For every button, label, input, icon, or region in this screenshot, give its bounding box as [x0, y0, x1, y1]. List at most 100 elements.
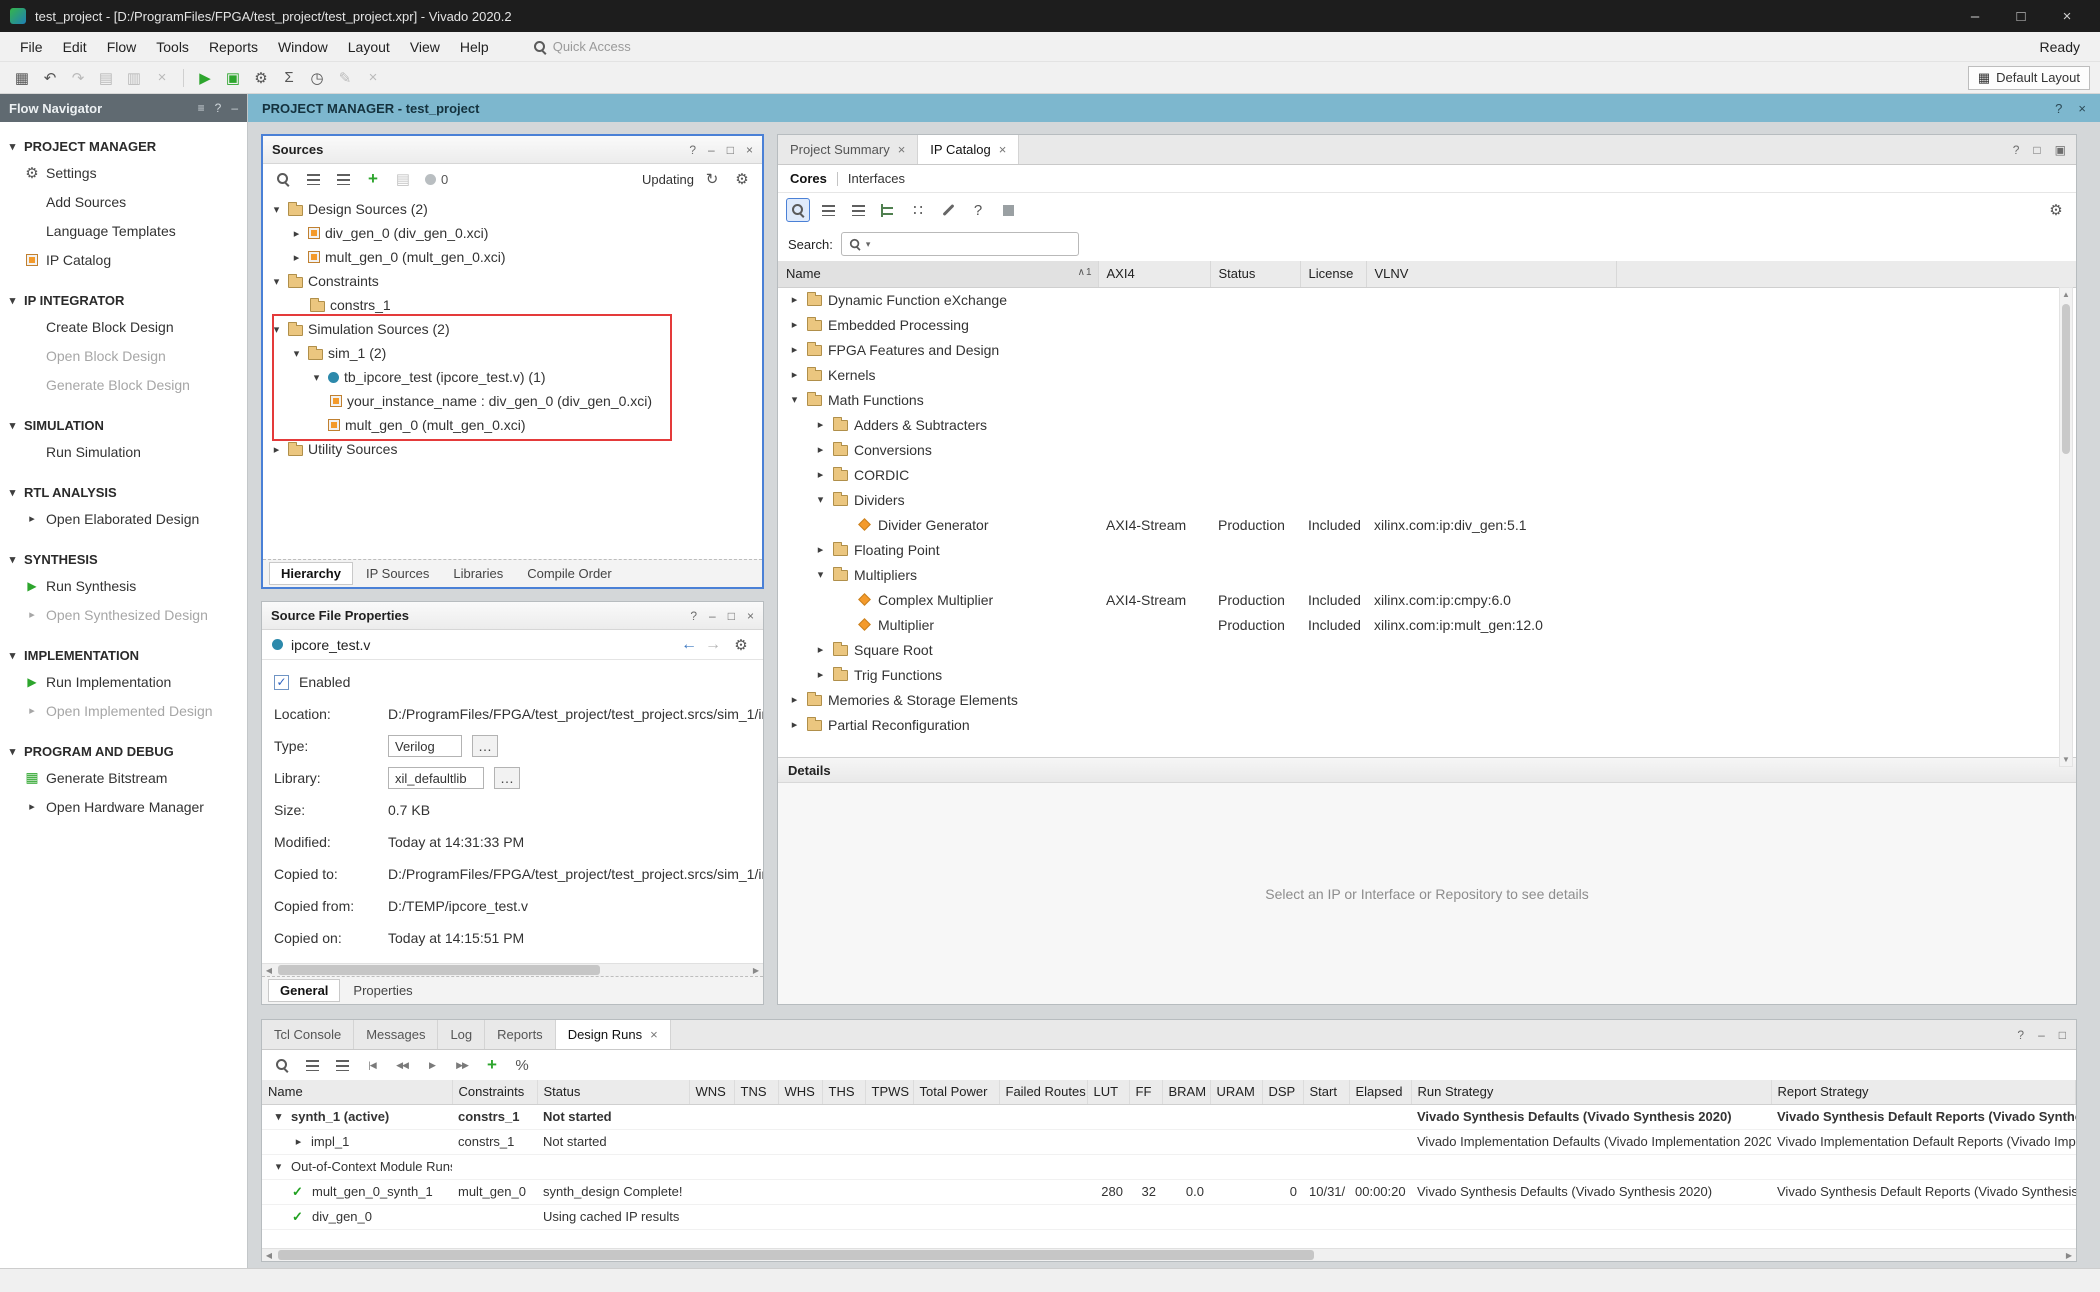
- settings-gear-icon[interactable]: ⚙: [730, 167, 754, 191]
- column-dsp[interactable]: DSP: [1262, 1080, 1303, 1104]
- help-icon[interactable]: ?: [966, 198, 990, 222]
- help-icon[interactable]: ?: [690, 609, 697, 623]
- tree-row-design-sources[interactable]: Design Sources (2): [263, 197, 762, 221]
- sources-panel-header[interactable]: Sources ? – □ ×: [263, 136, 762, 164]
- flownav-item-settings[interactable]: ⚙Settings: [0, 158, 247, 187]
- flownav-item-language-templates[interactable]: Language Templates: [0, 216, 247, 245]
- type-combo[interactable]: Verilog: [388, 735, 462, 757]
- column-lut[interactable]: LUT: [1087, 1080, 1129, 1104]
- column-start[interactable]: Start: [1303, 1080, 1349, 1104]
- chevron-right-icon[interactable]: [788, 693, 801, 706]
- chevron-down-icon[interactable]: [814, 493, 827, 506]
- chevron-down-icon[interactable]: [272, 1160, 285, 1173]
- tab-messages[interactable]: Messages: [354, 1020, 438, 1049]
- flownav-item-run-synthesis[interactable]: ▶Run Synthesis: [0, 571, 247, 600]
- chevron-right-icon[interactable]: [814, 668, 827, 681]
- catalog-category-row[interactable]: Math Functions: [778, 387, 2076, 412]
- tab-hierarchy[interactable]: Hierarchy: [269, 562, 353, 585]
- close-icon[interactable]: ×: [2078, 101, 2086, 116]
- column-axi4[interactable]: AXI4: [1098, 261, 1210, 287]
- column-license[interactable]: License: [1300, 261, 1366, 287]
- flownav-section-ip-integrator[interactable]: IP INTEGRATOR: [0, 288, 247, 312]
- run-icon[interactable]: ▶: [193, 66, 217, 90]
- catalog-category-row[interactable]: Embedded Processing: [778, 312, 2076, 337]
- catalog-ip-row[interactable]: Divider GeneratorAXI4-StreamProductionIn…: [778, 512, 2076, 537]
- tab-compile-order[interactable]: Compile Order: [516, 563, 623, 584]
- chevron-right-icon[interactable]: [788, 343, 801, 356]
- chevron-right-icon[interactable]: [788, 293, 801, 306]
- library-input[interactable]: xil_defaultlib: [388, 767, 484, 789]
- help-icon[interactable]: ?: [2017, 1028, 2024, 1042]
- library-browse-button[interactable]: …: [494, 767, 520, 789]
- settings-gear-icon[interactable]: ⚙: [729, 633, 753, 657]
- tree-row-sim-mult-gen-0[interactable]: mult_gen_0 (mult_gen_0.xci): [263, 413, 762, 437]
- design-run-row-synth-1[interactable]: synth_1 (active) constrs_1Not started Vi…: [262, 1104, 2076, 1129]
- scrollbar-thumb[interactable]: [2062, 304, 2070, 454]
- column-status[interactable]: Status: [537, 1080, 689, 1104]
- column-uram[interactable]: URAM: [1210, 1080, 1262, 1104]
- chevron-right-icon[interactable]: [788, 318, 801, 331]
- chevron-down-icon[interactable]: [788, 393, 801, 406]
- menu-flow[interactable]: Flow: [97, 35, 147, 59]
- search-icon[interactable]: [271, 167, 295, 191]
- flownav-section-simulation[interactable]: SIMULATION: [0, 413, 247, 437]
- menu-file[interactable]: File: [10, 35, 53, 59]
- catalog-category-row[interactable]: FPGA Features and Design: [778, 337, 2076, 362]
- expand-all-icon[interactable]: [331, 167, 355, 191]
- expand-all-icon[interactable]: [330, 1053, 354, 1077]
- tab-design-runs[interactable]: Design Runs×: [556, 1020, 671, 1049]
- catalog-category-row[interactable]: Partial Reconfiguration: [778, 712, 2076, 737]
- minimize-icon[interactable]: –: [708, 143, 715, 157]
- scrollbar-thumb[interactable]: [278, 1250, 1314, 1260]
- type-browse-button[interactable]: …: [472, 735, 498, 757]
- catalog-category-row[interactable]: Conversions: [778, 437, 2076, 462]
- minimize-button[interactable]: –: [1952, 8, 1998, 25]
- tab-ip-sources[interactable]: IP Sources: [355, 563, 440, 584]
- design-run-row-div-gen-0[interactable]: ✓div_gen_0 Using cached IP results: [262, 1204, 2076, 1229]
- catalog-ip-row[interactable]: Complex MultiplierAXI4-StreamProductionI…: [778, 587, 2076, 612]
- collapse-all-icon[interactable]: [300, 1053, 324, 1077]
- design-run-row-impl-1[interactable]: impl_1 constrs_1Not started Vivado Imple…: [262, 1129, 2076, 1154]
- float-icon[interactable]: □: [2059, 1028, 2066, 1042]
- expand-all-icon[interactable]: [846, 198, 870, 222]
- chevron-down-icon[interactable]: [272, 1110, 285, 1123]
- catalog-category-row[interactable]: Adders & Subtracters: [778, 412, 2076, 437]
- scroll-right-icon[interactable]: ▶: [2062, 1251, 2076, 1260]
- menu-help[interactable]: Help: [450, 35, 499, 59]
- catalog-category-row[interactable]: Dividers: [778, 487, 2076, 512]
- percent-icon[interactable]: %: [510, 1053, 534, 1077]
- tree-row-constrs-1[interactable]: constrs_1: [263, 293, 762, 317]
- column-tns[interactable]: TNS: [734, 1080, 778, 1104]
- help-icon[interactable]: ?: [2055, 101, 2062, 116]
- hierarchy-toggle-icon[interactable]: [876, 198, 900, 222]
- column-ths[interactable]: THS: [822, 1080, 865, 1104]
- close-icon[interactable]: ×: [747, 609, 754, 623]
- search-icon[interactable]: [786, 198, 810, 222]
- program-device-icon[interactable]: ▣: [221, 66, 245, 90]
- settings-gear-icon[interactable]: ⚙: [249, 66, 273, 90]
- menu-layout[interactable]: Layout: [338, 35, 400, 59]
- catalog-category-row[interactable]: Multipliers: [778, 562, 2076, 587]
- add-sources-icon[interactable]: +: [361, 167, 385, 191]
- chevron-right-icon[interactable]: [290, 227, 303, 240]
- quick-access-search[interactable]: [525, 37, 681, 56]
- design-run-row-mult-gen-0-synth-1[interactable]: ✓mult_gen_0_synth_1 mult_gen_0synth_desi…: [262, 1179, 2076, 1204]
- refresh-icon[interactable]: ↻: [700, 167, 724, 191]
- maximize-icon[interactable]: ▣: [2055, 143, 2066, 157]
- minimize-icon[interactable]: –: [231, 101, 238, 115]
- collapse-all-icon[interactable]: [816, 198, 840, 222]
- float-icon[interactable]: □: [727, 143, 734, 157]
- chevron-down-icon[interactable]: [270, 275, 283, 288]
- column-total-power[interactable]: Total Power: [913, 1080, 999, 1104]
- scrollbar-thumb[interactable]: [278, 965, 600, 975]
- tab-project-summary[interactable]: Project Summary×: [778, 135, 918, 164]
- minimize-icon[interactable]: –: [2038, 1028, 2045, 1042]
- quick-access-input[interactable]: [553, 39, 673, 54]
- catalog-category-row[interactable]: Dynamic Function eXchange: [778, 287, 2076, 312]
- chevron-right-icon[interactable]: [270, 443, 283, 456]
- search-icon[interactable]: [270, 1053, 294, 1077]
- close-icon[interactable]: ×: [999, 142, 1007, 157]
- help-icon[interactable]: ?: [689, 143, 696, 157]
- column-name[interactable]: Name: [262, 1080, 452, 1104]
- column-wns[interactable]: WNS: [689, 1080, 734, 1104]
